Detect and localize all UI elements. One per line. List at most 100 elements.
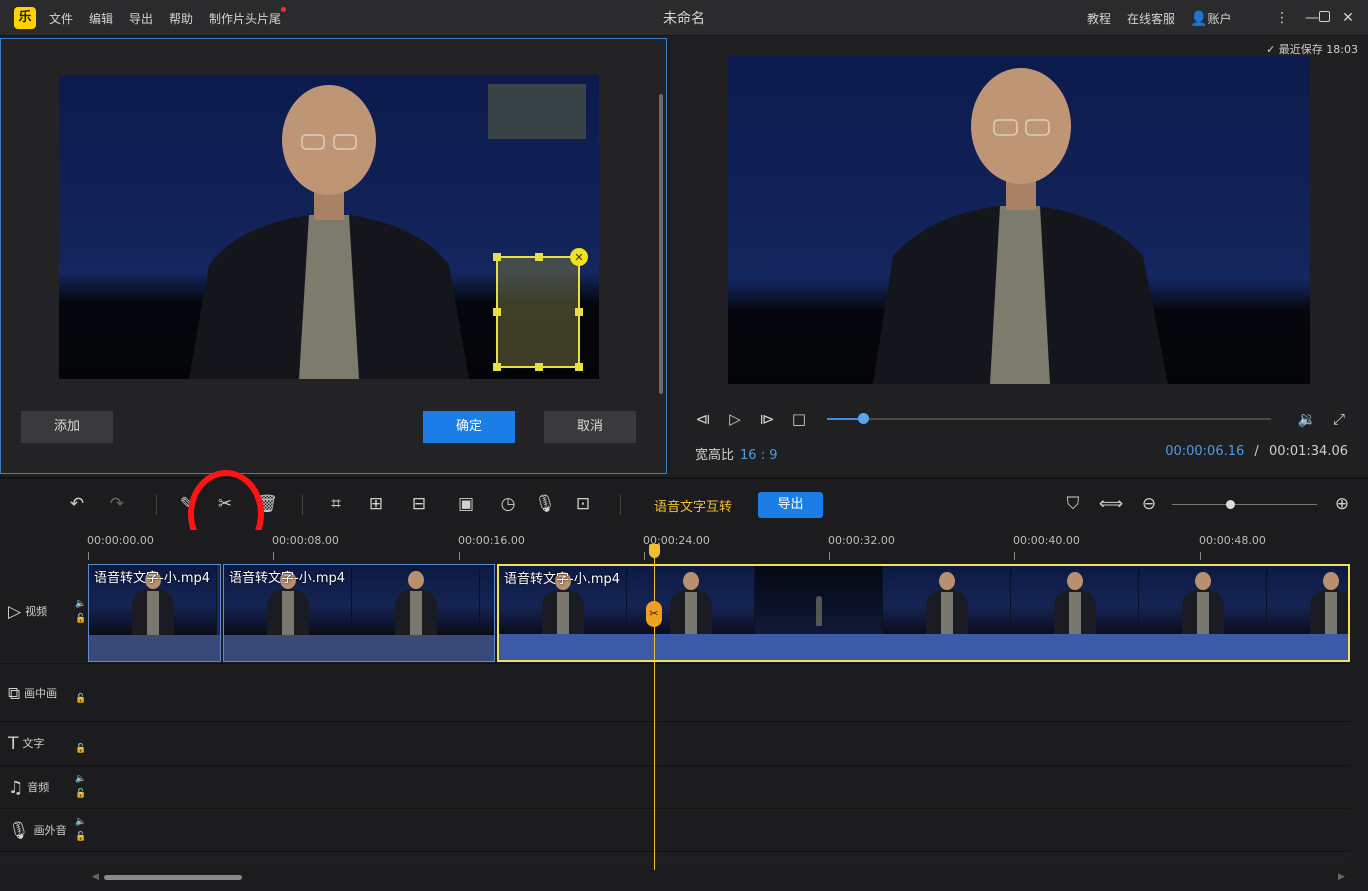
voiceover-track-name: 画外音 bbox=[33, 824, 67, 837]
play-icon[interactable]: ▷ bbox=[724, 408, 746, 430]
volume-icon[interactable]: 🔉 bbox=[1296, 408, 1318, 430]
mute-icon[interactable]: 🔈 bbox=[75, 599, 86, 609]
mute-icon[interactable]: 🔈 bbox=[75, 817, 86, 827]
undo-icon[interactable]: ↶ bbox=[64, 491, 90, 517]
menu-intro-outro[interactable]: 制作片头片尾 bbox=[209, 10, 281, 27]
ruler-tick-label: 00:00:00.00 bbox=[87, 534, 154, 547]
next-frame-icon[interactable]: ⧐ bbox=[756, 408, 778, 430]
aspect-ratio[interactable]: 宽高比 16 : 9 bbox=[695, 444, 777, 463]
timeline-zoom-slider[interactable] bbox=[1172, 500, 1317, 509]
timeline-vertical-scrollbar[interactable] bbox=[1350, 564, 1368, 864]
pip-track-label: ⧉ 画中画 bbox=[8, 684, 57, 704]
video-track-label: ▷ 视频 bbox=[8, 602, 47, 622]
marker-icon[interactable]: ⛉ bbox=[1060, 491, 1086, 517]
tutorial-link[interactable]: 教程 bbox=[1087, 10, 1111, 27]
text-track[interactable]: T 文字 🔓 bbox=[0, 722, 1350, 766]
playhead-line[interactable] bbox=[654, 544, 655, 870]
edit-panel-scrollbar[interactable] bbox=[659, 94, 663, 394]
pip-track[interactable]: ⧉ 画中画 🔓 bbox=[0, 664, 1350, 722]
zoom-out-icon[interactable]: ⊖ bbox=[1136, 491, 1162, 517]
export-button[interactable]: 导出 bbox=[758, 492, 823, 518]
voiceover-track[interactable]: 🎙 画外音 🔈 🔓 bbox=[0, 809, 1350, 852]
fit-timeline-icon[interactable]: ⟺ bbox=[1098, 491, 1124, 517]
screen-record-icon[interactable]: ⊡ bbox=[570, 491, 596, 517]
timeline-horizontal-scrollbar[interactable]: ◀ ▶ bbox=[0, 866, 1368, 891]
stop-icon[interactable]: □ bbox=[788, 408, 810, 430]
text-track-label: T 文字 bbox=[8, 734, 44, 754]
pip-track-name: 画中画 bbox=[24, 687, 58, 700]
audio-track-name: 音频 bbox=[27, 781, 50, 794]
confirm-button[interactable]: 确定 bbox=[423, 411, 515, 443]
timecode: 00:00:06.16 / 00:01:34.06 bbox=[1165, 444, 1348, 459]
lock-icon[interactable]: 🔓 bbox=[75, 742, 86, 757]
playback-progress-bar[interactable] bbox=[827, 413, 1271, 424]
video-track[interactable]: ▷ 视频 🔈 🔓 语音转文字-小.mp4 语音转文字-小.mp4 语音转文字-小.m… bbox=[0, 564, 1350, 664]
zoom-in-icon[interactable]: ⊕ bbox=[1329, 491, 1355, 517]
account-button[interactable]: 👤账户 bbox=[1190, 10, 1231, 27]
prev-frame-icon[interactable]: ⧏ bbox=[692, 408, 714, 430]
app-logo: 乐 bbox=[14, 7, 36, 29]
preview-video[interactable] bbox=[728, 56, 1310, 384]
ruler-tick bbox=[1200, 552, 1201, 560]
lock-icon[interactable]: 🔓 bbox=[75, 789, 86, 799]
close-icon[interactable]: ✕ bbox=[1336, 6, 1360, 30]
lock-icon[interactable]: 🔓 bbox=[75, 832, 86, 842]
mute-icon[interactable]: 🔈 bbox=[75, 774, 86, 784]
time-separator: / bbox=[1254, 444, 1259, 459]
redo-icon[interactable]: ↷ bbox=[104, 491, 130, 517]
ruler-tick bbox=[829, 552, 830, 560]
add-button[interactable]: 添加 bbox=[21, 411, 113, 443]
lock-icon[interactable]: 🔓 bbox=[75, 614, 86, 624]
edit-video-canvas[interactable]: ✕ bbox=[59, 75, 599, 379]
voiceover-track-label: 🎙 画外音 bbox=[8, 821, 67, 841]
aspect-ratio-value[interactable]: 16 : 9 bbox=[740, 448, 777, 463]
timeline-tracks: ▷ 视频 🔈 🔓 语音转文字-小.mp4 语音转文字-小.mp4 语音转文字-小.m… bbox=[0, 564, 1368, 864]
menu-file[interactable]: 文件 bbox=[49, 10, 73, 27]
scrollbar-thumb[interactable] bbox=[104, 875, 242, 880]
video-clip[interactable]: 语音转文字-小.mp4 bbox=[88, 564, 221, 662]
video-clip[interactable]: 语音转文字-小.mp4 bbox=[223, 564, 495, 662]
ruler-tick bbox=[644, 552, 645, 560]
video-track-name: 视频 bbox=[25, 605, 48, 618]
maximize-icon[interactable] bbox=[1306, 6, 1330, 30]
mic-icon[interactable]: 🎙 bbox=[532, 491, 558, 517]
speech-text-convert-button[interactable]: 语音文字互转 bbox=[654, 496, 732, 515]
account-label: 账户 bbox=[1207, 12, 1232, 26]
playback-progress-knob[interactable] bbox=[857, 413, 869, 424]
audio-track[interactable]: ♫ 音频 🔈 🔓 bbox=[0, 766, 1350, 809]
video-clip-selected[interactable]: 语音转文字-小.mp4 bbox=[497, 564, 1350, 662]
ruler-tick bbox=[273, 552, 274, 560]
toolbar-divider bbox=[302, 495, 303, 515]
lock-icon[interactable]: 🔓 bbox=[75, 692, 86, 707]
ruler-tick bbox=[459, 552, 460, 560]
more-menu-icon[interactable]: ⋮ bbox=[1270, 6, 1294, 30]
mosaic-icon[interactable]: ⊟ bbox=[406, 491, 432, 517]
track-side-controls: 🔈 🔓 bbox=[75, 815, 86, 845]
freeze-frame-icon[interactable]: ▣ bbox=[453, 491, 479, 517]
timeline-ruler[interactable]: 00:00:00.00 00:00:08.00 00:00:16.00 00:0… bbox=[0, 530, 1368, 564]
preview-panel: ✓ 最近保存 18:03 ⧏ ▷ ⧐ □ 🔉 ⤢ 宽高比 16 : 9 00:0… bbox=[670, 38, 1368, 474]
ruler-tick bbox=[88, 552, 89, 560]
text-track-icon: T bbox=[8, 734, 19, 754]
clock-icon[interactable]: ◷ bbox=[495, 491, 521, 517]
menu-edit[interactable]: 编辑 bbox=[89, 10, 113, 27]
crop-icon[interactable]: ⌗ bbox=[323, 491, 349, 517]
online-service-link[interactable]: 在线客服 bbox=[1127, 10, 1175, 27]
clip-name: 语音转文字-小.mp4 bbox=[229, 571, 346, 586]
cancel-button[interactable]: 取消 bbox=[544, 411, 636, 443]
timeline-zoom-knob[interactable] bbox=[1226, 500, 1235, 509]
scroll-left-icon[interactable]: ◀ bbox=[92, 872, 99, 882]
video-track-icon: ▷ bbox=[8, 602, 22, 622]
menu-help[interactable]: 帮助 bbox=[169, 10, 193, 27]
menu-export[interactable]: 导出 bbox=[129, 10, 153, 27]
scroll-right-icon[interactable]: ▶ bbox=[1338, 872, 1345, 882]
zoom-frame-icon[interactable]: ⊞ bbox=[363, 491, 389, 517]
toolbar-divider bbox=[156, 495, 157, 515]
split-scissors-icon[interactable]: ✂ bbox=[646, 601, 662, 627]
title-bar: 乐 文件 编辑 导出 帮助 制作片头片尾 未命名 教程 在线客服 👤账户 ⋮ —… bbox=[0, 0, 1368, 36]
music-note-icon: ♫ bbox=[8, 778, 24, 798]
track-side-controls: 🔈 🔓 bbox=[75, 772, 86, 802]
fullscreen-icon[interactable]: ⤢ bbox=[1328, 408, 1350, 430]
mic-icon: 🎙 bbox=[8, 821, 30, 841]
playhead-handle[interactable] bbox=[649, 544, 660, 558]
